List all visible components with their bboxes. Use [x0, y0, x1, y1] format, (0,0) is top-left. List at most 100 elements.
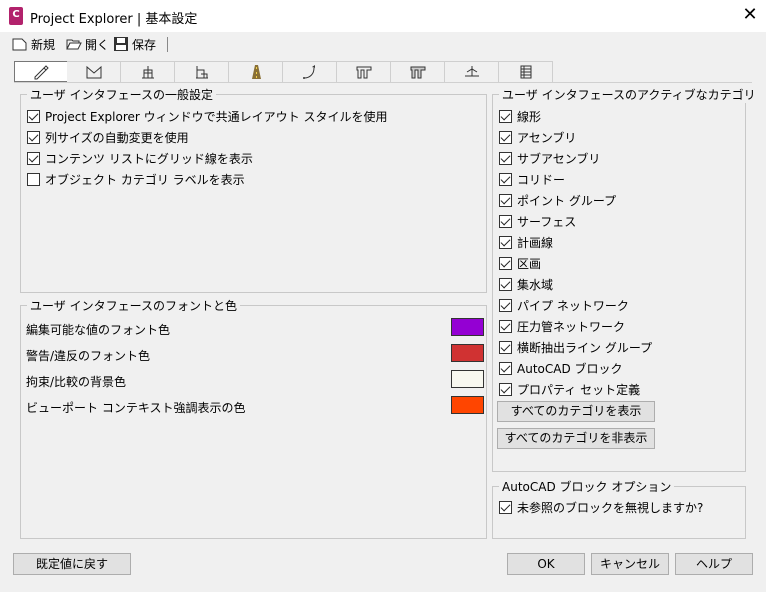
checkbox[interactable]	[499, 341, 512, 354]
category-label: 横断抽出ライン グループ	[517, 341, 653, 355]
fonts-colors-title: ユーザ インタフェースのフォントと色	[27, 297, 240, 314]
category-subassembly[interactable]: サブアセンブリ	[499, 150, 600, 167]
color-swatch[interactable]	[451, 370, 484, 388]
category-label: パイプ ネットワーク	[517, 299, 629, 313]
option-label: コンテンツ リストにグリッド線を表示	[45, 152, 253, 166]
color-swatch[interactable]	[451, 344, 484, 362]
option-auto-resize[interactable]: 列サイズの自動変更を使用	[27, 129, 189, 146]
color-viewport-highlight: ビューポート コンテキスト強調表示の色	[26, 396, 486, 416]
option-ignore-unreferenced-blocks[interactable]: 未参照のブロックを無視しますか?	[499, 499, 703, 516]
save-button[interactable]: 保存	[113, 34, 156, 54]
toolbar: 新規 開く 保存	[0, 32, 766, 56]
table-icon	[520, 65, 531, 79]
checkbox[interactable]	[27, 152, 40, 165]
category-sample-line-group[interactable]: 横断抽出ライン グループ	[499, 339, 652, 356]
autocad-block-options-title: AutoCAD ブロック オプション	[499, 478, 675, 495]
color-swatch[interactable]	[451, 396, 484, 414]
tab-alignment[interactable]	[121, 61, 175, 82]
category-label: アセンブリ	[517, 131, 577, 145]
profile-icon	[195, 66, 208, 79]
road-icon	[251, 65, 261, 79]
option-grid-lines[interactable]: コンテンツ リストにグリッド線を表示	[27, 150, 253, 167]
option-category-labels[interactable]: オブジェクト カテゴリ ラベルを表示	[27, 171, 245, 188]
checkbox[interactable]	[27, 131, 40, 144]
cancel-button[interactable]: キャンセル	[591, 553, 669, 575]
tab-pipe-network[interactable]	[337, 61, 391, 82]
category-label: AutoCAD ブロック	[517, 362, 623, 376]
checkbox[interactable]	[499, 131, 512, 144]
general-settings-title: ユーザ インタフェースの一般設定	[27, 86, 216, 103]
category-alignment[interactable]: 線形	[499, 108, 541, 125]
tab-road[interactable]	[229, 61, 283, 82]
checkbox[interactable]	[27, 173, 40, 186]
new-button-label: 新規	[31, 37, 56, 52]
color-swatch[interactable]	[451, 318, 484, 336]
category-assembly[interactable]: アセンブリ	[499, 129, 576, 146]
curve-icon	[302, 65, 315, 79]
tab-pressure-network[interactable]	[391, 61, 445, 82]
color-label: 編集可能な値のフォント色	[26, 323, 171, 337]
active-categories-title: ユーザ インタフェースのアクティブなカテゴリ	[499, 86, 759, 103]
checkbox[interactable]	[499, 173, 512, 186]
checkbox[interactable]	[499, 362, 512, 375]
checkbox[interactable]	[499, 501, 512, 514]
category-label: 圧力管ネットワーク	[517, 320, 626, 334]
checkbox[interactable]	[27, 110, 40, 123]
tab-profile[interactable]	[175, 61, 229, 82]
checkbox[interactable]	[499, 278, 512, 291]
category-property-set[interactable]: プロパティ セット定義	[499, 381, 640, 398]
toolbar-separator	[167, 37, 168, 52]
save-disk-icon	[114, 37, 128, 51]
hide-all-categories-button[interactable]: すべてのカテゴリを非表示	[497, 428, 655, 449]
category-label: 線形	[517, 110, 542, 124]
close-button[interactable]: ✕	[740, 4, 760, 26]
category-point-group[interactable]: ポイント グループ	[499, 192, 616, 209]
tab-general[interactable]	[14, 61, 68, 82]
open-button[interactable]: 開く	[66, 34, 109, 54]
window-title: Project Explorer | 基本設定	[30, 12, 198, 27]
new-button[interactable]: 新規	[12, 34, 55, 54]
category-parcel[interactable]: 区画	[499, 255, 541, 272]
category-label: サブアセンブリ	[517, 152, 601, 166]
checkbox[interactable]	[499, 152, 512, 165]
category-label: 集水域	[517, 278, 554, 292]
help-button[interactable]: ヘルプ	[675, 553, 753, 575]
category-catchment[interactable]: 集水域	[499, 276, 553, 293]
option-label: 列サイズの自動変更を使用	[45, 131, 189, 145]
color-label: 拘束/比較の背景色	[26, 375, 127, 389]
open-button-label: 開く	[85, 37, 110, 52]
pencil-icon	[34, 64, 49, 79]
checkbox[interactable]	[499, 257, 512, 270]
category-pressure-network[interactable]: 圧力管ネットワーク	[499, 318, 625, 335]
checkbox[interactable]	[499, 236, 512, 249]
checkbox[interactable]	[499, 215, 512, 228]
color-label: ビューポート コンテキスト強調表示の色	[26, 401, 246, 415]
show-all-categories-button[interactable]: すべてのカテゴリを表示	[497, 401, 655, 422]
civil3d-app-icon: C	[9, 7, 23, 25]
pipe-network-icon	[356, 66, 371, 79]
reset-defaults-button[interactable]: 既定値に戻す	[13, 553, 131, 575]
category-surface[interactable]: サーフェス	[499, 213, 576, 230]
category-pipe-network[interactable]: パイプ ネットワーク	[499, 297, 629, 314]
tab-section[interactable]	[445, 61, 499, 82]
option-common-layout[interactable]: Project Explorer ウィンドウで共通レイアウト スタイルを使用	[27, 108, 387, 125]
category-feature-line[interactable]: 計画線	[499, 234, 553, 251]
tab-page-border	[14, 82, 752, 83]
checkbox[interactable]	[499, 299, 512, 312]
checkbox[interactable]	[499, 320, 512, 333]
tab-table[interactable]	[499, 61, 553, 82]
color-label: 警告/違反のフォント色	[26, 349, 151, 363]
checkbox[interactable]	[499, 110, 512, 123]
option-label: オブジェクト カテゴリ ラベルを表示	[45, 173, 245, 187]
category-corridor[interactable]: コリドー	[499, 171, 565, 188]
tab-curve[interactable]	[283, 61, 337, 82]
alignment-icon	[141, 66, 154, 79]
tab-surface[interactable]	[67, 61, 121, 82]
checkbox[interactable]	[499, 194, 512, 207]
checkbox[interactable]	[499, 383, 512, 396]
surface-icon	[86, 65, 101, 79]
category-autocad-block[interactable]: AutoCAD ブロック	[499, 360, 623, 377]
ok-button[interactable]: OK	[507, 553, 585, 575]
color-constraint-background: 拘束/比較の背景色	[26, 370, 486, 390]
new-file-icon	[12, 38, 27, 51]
